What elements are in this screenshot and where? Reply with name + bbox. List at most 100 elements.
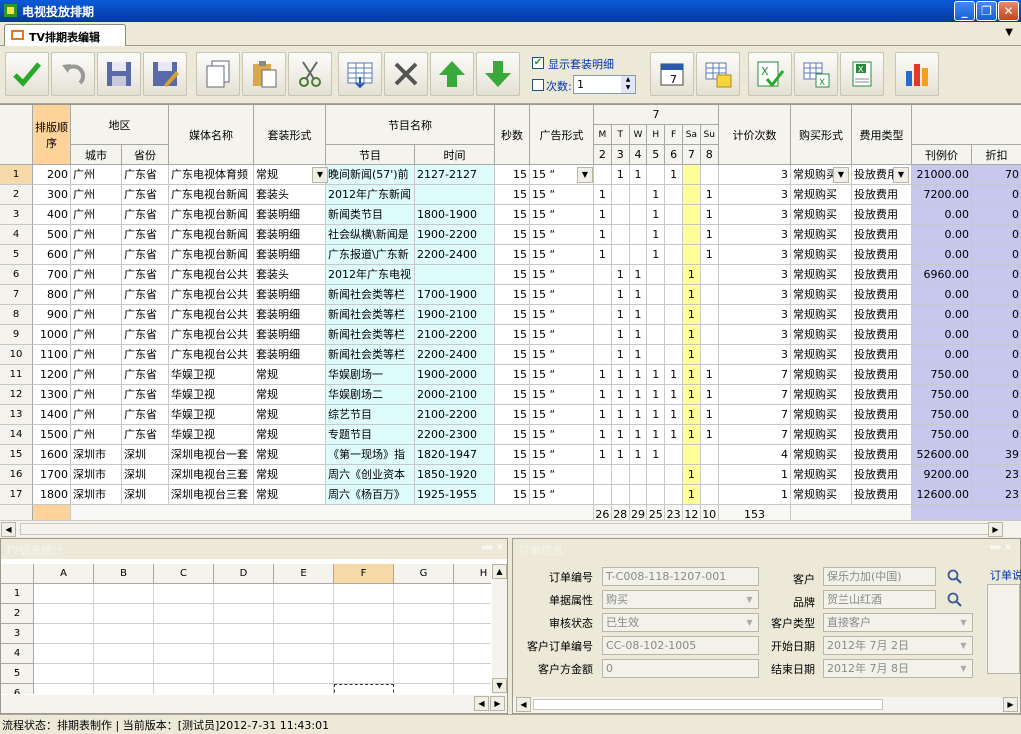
- cell-discount[interactable]: 0: [972, 245, 1021, 265]
- cell-buy-form[interactable]: 常规购买: [791, 285, 852, 305]
- cell-seq[interactable]: 1000: [33, 325, 71, 345]
- cell-ad-form[interactable]: 15 “: [530, 285, 594, 305]
- cell-city[interactable]: 深圳市: [71, 445, 122, 465]
- header-date[interactable]: 7: [683, 145, 701, 165]
- cell-media[interactable]: 华娱卫视: [169, 385, 254, 405]
- cell-city[interactable]: 广州: [71, 265, 122, 285]
- minimize-button[interactable]: _: [954, 1, 975, 21]
- stats-vscroll[interactable]: ▲ ▼: [492, 564, 507, 694]
- header-weekday[interactable]: W: [629, 125, 648, 145]
- cell-count[interactable]: 3: [719, 345, 791, 365]
- cell-price[interactable]: 7200.00: [912, 185, 972, 205]
- sheet-cell[interactable]: [34, 604, 94, 624]
- cell-fee-type[interactable]: 投放费用: [852, 445, 912, 465]
- cell-price[interactable]: 750.00: [912, 365, 972, 385]
- sheet-cell[interactable]: [34, 584, 94, 604]
- header-province[interactable]: 省份: [122, 145, 169, 165]
- cell-day[interactable]: 1: [629, 325, 648, 345]
- cell-day[interactable]: [611, 205, 630, 225]
- sheet-cell[interactable]: [274, 584, 334, 604]
- cell-day[interactable]: [665, 305, 683, 325]
- scroll-up-icon[interactable]: ▲: [492, 564, 507, 579]
- cell-city[interactable]: 广州: [71, 225, 122, 245]
- cell-seq[interactable]: 800: [33, 285, 71, 305]
- scroll-right-icon[interactable]: ▶: [1003, 697, 1018, 712]
- cell-day[interactable]: [665, 185, 683, 205]
- cell-day[interactable]: 1: [683, 405, 701, 425]
- cell-ad-form[interactable]: 15 “: [530, 385, 594, 405]
- cell-ad-form[interactable]: 15 “: [530, 225, 594, 245]
- cell-buy-form[interactable]: 常规购买: [791, 225, 852, 245]
- cell-province[interactable]: 广东省: [122, 285, 169, 305]
- cell-seconds[interactable]: 15: [495, 245, 530, 265]
- cell-package[interactable]: 套装明细: [254, 305, 326, 325]
- start-date-picker[interactable]: 2012年 7月 2日 ▼: [823, 636, 973, 655]
- cell-fee-type[interactable]: 投放费用: [852, 325, 912, 345]
- cell-time[interactable]: 2000-2100: [415, 385, 495, 405]
- client-order-field[interactable]: CC-08-102-1005: [602, 636, 759, 655]
- cell-program[interactable]: 新闻类节目: [326, 205, 415, 225]
- cell-price[interactable]: 12600.00: [912, 485, 972, 505]
- cell-seconds[interactable]: 15: [495, 445, 530, 465]
- cell-province[interactable]: 广东省: [122, 305, 169, 325]
- cell-province[interactable]: 广东省: [122, 165, 169, 185]
- scroll-right-icon[interactable]: ▶: [988, 522, 1003, 537]
- cell-day[interactable]: 1: [647, 185, 666, 205]
- cell-day[interactable]: 1: [647, 245, 666, 265]
- cell-day[interactable]: 1: [647, 405, 666, 425]
- cell-fee-type[interactable]: 投放费用: [852, 305, 912, 325]
- header-seconds[interactable]: 秒数: [495, 105, 530, 165]
- cell-day[interactable]: 1: [594, 425, 612, 445]
- cell-day[interactable]: 1: [629, 445, 648, 465]
- cell-seconds[interactable]: 15: [495, 305, 530, 325]
- sheet-column-header[interactable]: H: [454, 564, 491, 584]
- sheet-row-header[interactable]: 6: [1, 684, 34, 694]
- cell-city[interactable]: 广州: [71, 405, 122, 425]
- cell-seq[interactable]: 200: [33, 165, 71, 185]
- cell-count[interactable]: 3: [719, 185, 791, 205]
- cell-seq[interactable]: 1800: [33, 485, 71, 505]
- cell-day[interactable]: 1: [665, 365, 683, 385]
- cell-day[interactable]: [629, 185, 648, 205]
- cell-package[interactable]: 常规: [254, 465, 326, 485]
- cell-count[interactable]: 3: [719, 285, 791, 305]
- cell-day[interactable]: [647, 485, 666, 505]
- header-program[interactable]: 节目: [326, 145, 415, 165]
- cell-time[interactable]: 1700-1900: [415, 285, 495, 305]
- cell-media[interactable]: 华娱卫视: [169, 405, 254, 425]
- header-date[interactable]: 2: [594, 145, 612, 165]
- cell-day[interactable]: 1: [611, 365, 630, 385]
- cell-day[interactable]: [629, 205, 648, 225]
- cell-day[interactable]: 1: [683, 265, 701, 285]
- search-icon[interactable]: [947, 569, 963, 585]
- cell-day[interactable]: [700, 325, 719, 345]
- cell-province[interactable]: 广东省: [122, 185, 169, 205]
- cell-price[interactable]: 750.00: [912, 385, 972, 405]
- cell-ad-form[interactable]: 15 “: [530, 325, 594, 345]
- cell-program[interactable]: 新闻社会类等栏: [326, 325, 415, 345]
- header-date[interactable]: 8: [700, 145, 719, 165]
- cell-media[interactable]: 深圳电视台一套: [169, 445, 254, 465]
- cell-program[interactable]: 华娱剧场二: [326, 385, 415, 405]
- cell-seq[interactable]: 1100: [33, 345, 71, 365]
- excel-table-button[interactable]: X: [840, 52, 884, 96]
- cell-time[interactable]: 2100-2200: [415, 405, 495, 425]
- cell-city[interactable]: 广州: [71, 365, 122, 385]
- fee-type-dropdown[interactable]: ▼: [893, 167, 909, 183]
- header-date[interactable]: 3: [611, 145, 630, 165]
- header-seq[interactable]: 排版顺序: [33, 105, 71, 165]
- cell-count[interactable]: 3: [719, 265, 791, 285]
- cell-day[interactable]: [594, 285, 612, 305]
- cell-discount[interactable]: 0: [972, 325, 1021, 345]
- sheet-cell[interactable]: [274, 624, 334, 644]
- sheet-cell[interactable]: [394, 624, 454, 644]
- cell-ad-form[interactable]: 15 “: [530, 405, 594, 425]
- sheet-cell[interactable]: [394, 684, 454, 694]
- cell-day[interactable]: 1: [611, 325, 630, 345]
- cell-day[interactable]: 1: [683, 465, 701, 485]
- cell-province[interactable]: 广东省: [122, 385, 169, 405]
- sheet-column-header[interactable]: F: [334, 564, 394, 584]
- cell-seconds[interactable]: 15: [495, 485, 530, 505]
- sheet-cell[interactable]: [154, 644, 214, 664]
- cell-fee-type[interactable]: 投放费用: [852, 345, 912, 365]
